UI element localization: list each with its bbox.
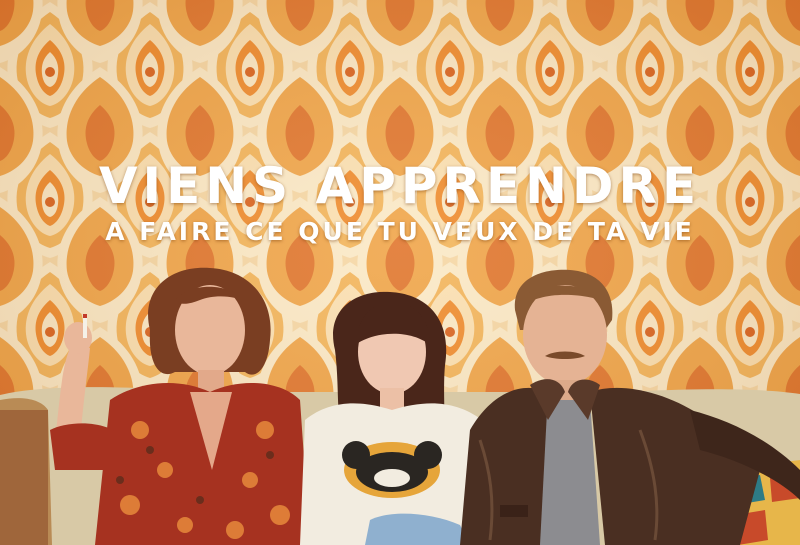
man-character-illustration (460, 269, 800, 545)
tagline-text: A FAIRE CE QUE TU VEUX DE TA VIE (105, 217, 695, 246)
woman-character-illustration (50, 267, 310, 545)
headline-text: VIENS APPRENDRE (98, 157, 702, 215)
girl-character-illustration (300, 291, 490, 545)
poster-scene: VIENS APPRENDRE A FAIRE CE QUE TU VEUX D… (0, 0, 800, 545)
characters (50, 267, 800, 545)
poster-title-block: VIENS APPRENDRE A FAIRE CE QUE TU VEUX D… (0, 158, 800, 248)
